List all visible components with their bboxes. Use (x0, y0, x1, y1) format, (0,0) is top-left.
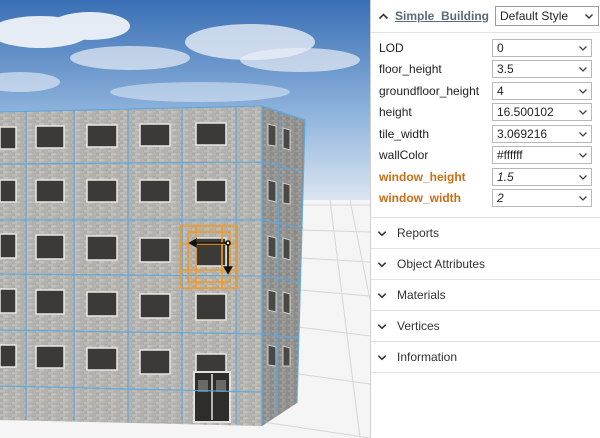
chevron-down-icon (377, 228, 387, 238)
section-materials[interactable]: Materials (371, 280, 600, 311)
chevron-down-icon (578, 129, 588, 139)
attribute-value-dropdown[interactable]: 0 (492, 38, 592, 57)
attribute-label: height (379, 105, 412, 120)
section-title: Reports (397, 226, 440, 240)
attribute-row-floor-height: floor_height 3.5 (371, 59, 600, 81)
chevron-down-icon (578, 107, 588, 117)
attribute-value: 16.500102 (497, 105, 554, 120)
attribute-label: floor_height (379, 62, 442, 77)
section-title: Object Attributes (397, 257, 486, 271)
chevron-down-icon (377, 321, 387, 331)
attribute-row-lod: LOD 0 (371, 37, 600, 59)
section-title: Vertices (397, 319, 440, 333)
attribute-list: LOD 0 floor_height 3.5 groundfloor_heigh… (371, 33, 600, 209)
collapsible-sections: Reports Object Attributes Materials Vert… (371, 217, 600, 373)
chevron-down-icon (578, 86, 588, 96)
attribute-label: LOD (379, 40, 404, 55)
section-title: Materials (397, 288, 446, 302)
attribute-row-groundfloor-height: groundfloor_height 4 (371, 80, 600, 102)
attribute-row-window-width: window_width 2 (371, 188, 600, 210)
chevron-down-icon (584, 11, 594, 21)
chevron-down-icon (578, 150, 588, 160)
attribute-label: wallColor (379, 148, 429, 163)
attribute-value: 2 (497, 191, 504, 206)
building-door (193, 371, 231, 423)
chevron-down-icon (578, 172, 588, 182)
style-dropdown-value: Default Style (500, 9, 569, 23)
section-reports[interactable]: Reports (371, 218, 600, 249)
attribute-row-wall-color: wallColor #ffffff (371, 145, 600, 167)
attribute-value-dropdown[interactable]: 16.500102 (492, 103, 592, 122)
chevron-down-icon (377, 290, 387, 300)
attribute-value: 4 (497, 83, 504, 98)
attribute-value: 3.5 (497, 62, 514, 77)
section-information[interactable]: Information (371, 342, 600, 373)
attribute-row-tile-width: tile_width 3.069216 (371, 123, 600, 145)
attribute-row-window-height: window_height 1.5 (371, 166, 600, 188)
chevron-down-icon (377, 352, 387, 362)
attribute-label: window_height (379, 169, 466, 184)
section-object-attributes[interactable]: Object Attributes (371, 249, 600, 280)
attribute-value-dropdown[interactable]: 1.5 (492, 167, 592, 186)
attribute-value: 0 (497, 40, 504, 55)
attribute-value-dropdown[interactable]: 2 (492, 189, 592, 208)
inspector-panel: Simple_Building Default Style LOD 0 floo… (370, 0, 600, 438)
attribute-value: #ffffff (497, 148, 523, 163)
attribute-row-height: height 16.500102 (371, 102, 600, 124)
chevron-down-icon (578, 193, 588, 203)
attribute-value-dropdown[interactable]: #ffffff (492, 146, 592, 165)
attribute-label: groundfloor_height (379, 83, 480, 98)
attribute-value-dropdown[interactable]: 3.069216 (492, 124, 592, 143)
rule-header: Simple_Building Default Style (371, 0, 600, 33)
rule-name-link[interactable]: Simple_Building (395, 9, 489, 23)
section-title: Information (397, 350, 458, 364)
chevron-up-icon[interactable] (377, 10, 389, 22)
attribute-value: 3.069216 (497, 126, 548, 141)
chevron-down-icon (578, 43, 588, 53)
attribute-value-dropdown[interactable]: 4 (492, 81, 592, 100)
building-model[interactable] (0, 105, 306, 426)
attribute-label: window_width (379, 191, 461, 206)
3d-viewport[interactable] (0, 0, 370, 438)
section-vertices[interactable]: Vertices (371, 311, 600, 342)
attribute-value-dropdown[interactable]: 3.5 (492, 60, 592, 79)
attribute-value: 1.5 (497, 169, 514, 184)
style-dropdown[interactable]: Default Style (495, 6, 600, 26)
chevron-down-icon (377, 259, 387, 269)
chevron-down-icon (578, 64, 588, 74)
attribute-label: tile_width (379, 126, 430, 141)
